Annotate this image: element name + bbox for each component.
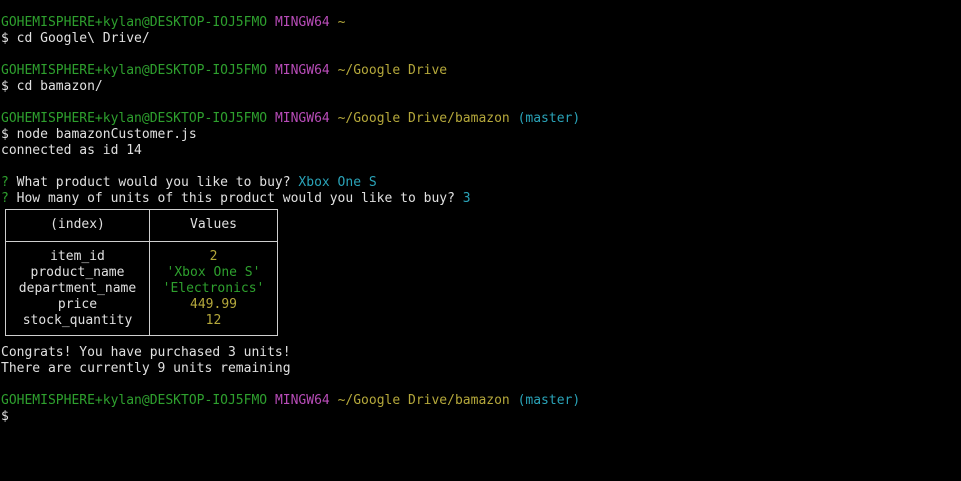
prompt-path: ~	[337, 15, 346, 30]
table-value: 'Xbox One S'	[166, 265, 261, 280]
prompt-sign: $	[1, 31, 9, 46]
git-branch: (master)	[517, 393, 581, 408]
answer-text: 3	[462, 191, 471, 206]
prompt-line: GOHEMISPHERE+kylan@DESKTOP-IOJ5FMO MINGW…	[1, 111, 959, 127]
prompt-sign: $	[1, 79, 9, 94]
table-header-divider	[6, 241, 277, 242]
prompt-system: MINGW64	[274, 111, 330, 126]
prompt-sign: $	[1, 409, 9, 424]
command-text: cd bamazon/	[16, 79, 103, 94]
table-key: item_id	[50, 249, 105, 264]
answer-text: Xbox One S	[298, 175, 377, 190]
command-line: $ cd bamazon/	[1, 79, 959, 95]
prompt-user-host: GOHEMISPHERE+kylan@DESKTOP-IOJ5FMO	[1, 63, 268, 78]
table-value: 449.99	[190, 297, 237, 312]
prompt-line: GOHEMISPHERE+kylan@DESKTOP-IOJ5FMO MINGW…	[1, 15, 959, 31]
question-quantity: ? How many of units of this product woul…	[1, 191, 959, 207]
product-table: (index) Values item_id product_name depa…	[5, 209, 278, 336]
output-congrats: Congrats! You have purchased 3 units!	[1, 345, 291, 360]
prompt-sign: $	[1, 127, 9, 142]
prompt-line: GOHEMISPHERE+kylan@DESKTOP-IOJ5FMO MINGW…	[1, 393, 959, 409]
question-text: What product would you like to buy?	[16, 175, 291, 190]
prompt-line: GOHEMISPHERE+kylan@DESKTOP-IOJ5FMO MINGW…	[1, 63, 959, 79]
output-connected: connected as id 14	[1, 143, 142, 158]
prompt-user-host: GOHEMISPHERE+kylan@DESKTOP-IOJ5FMO	[1, 393, 268, 408]
command-input-line[interactable]: $	[1, 409, 959, 425]
output-remaining: There are currently 9 units remaining	[1, 361, 291, 376]
prompt-system: MINGW64	[274, 393, 330, 408]
table-key: stock_quantity	[22, 313, 133, 328]
prompt-system: MINGW64	[274, 15, 330, 30]
prompt-user-host: GOHEMISPHERE+kylan@DESKTOP-IOJ5FMO	[1, 111, 268, 126]
command-line: $ node bamazonCustomer.js	[1, 127, 959, 143]
command-text: cd Google\ Drive/	[16, 31, 150, 46]
table-header-index: (index)	[50, 217, 105, 232]
prompt-path: ~/Google Drive/bamazon	[337, 393, 510, 408]
table-value: 12	[205, 313, 222, 328]
prompt-user-host: GOHEMISPHERE+kylan@DESKTOP-IOJ5FMO	[1, 15, 268, 30]
table-header-values: Values	[190, 217, 237, 232]
prompt-system: MINGW64	[274, 63, 330, 78]
question-product: ? What product would you like to buy? Xb…	[1, 175, 959, 191]
terminal-window[interactable]: GOHEMISPHERE+kylan@DESKTOP-IOJ5FMO MINGW…	[1, 15, 959, 425]
table-key: department_name	[18, 281, 137, 296]
table-key: product_name	[30, 265, 125, 280]
question-mark-icon: ?	[1, 191, 9, 206]
prompt-path: ~/Google Drive	[337, 63, 448, 78]
prompt-path: ~/Google Drive/bamazon	[337, 111, 510, 126]
command-line: $ cd Google\ Drive/	[1, 31, 959, 47]
question-mark-icon: ?	[1, 175, 9, 190]
table-key: price	[57, 297, 98, 312]
table-value: 'Electronics'	[162, 281, 265, 296]
command-text: node bamazonCustomer.js	[16, 127, 197, 142]
question-text: How many of units of this product would …	[16, 191, 455, 206]
git-branch: (master)	[517, 111, 581, 126]
table-value: 2	[209, 249, 218, 264]
